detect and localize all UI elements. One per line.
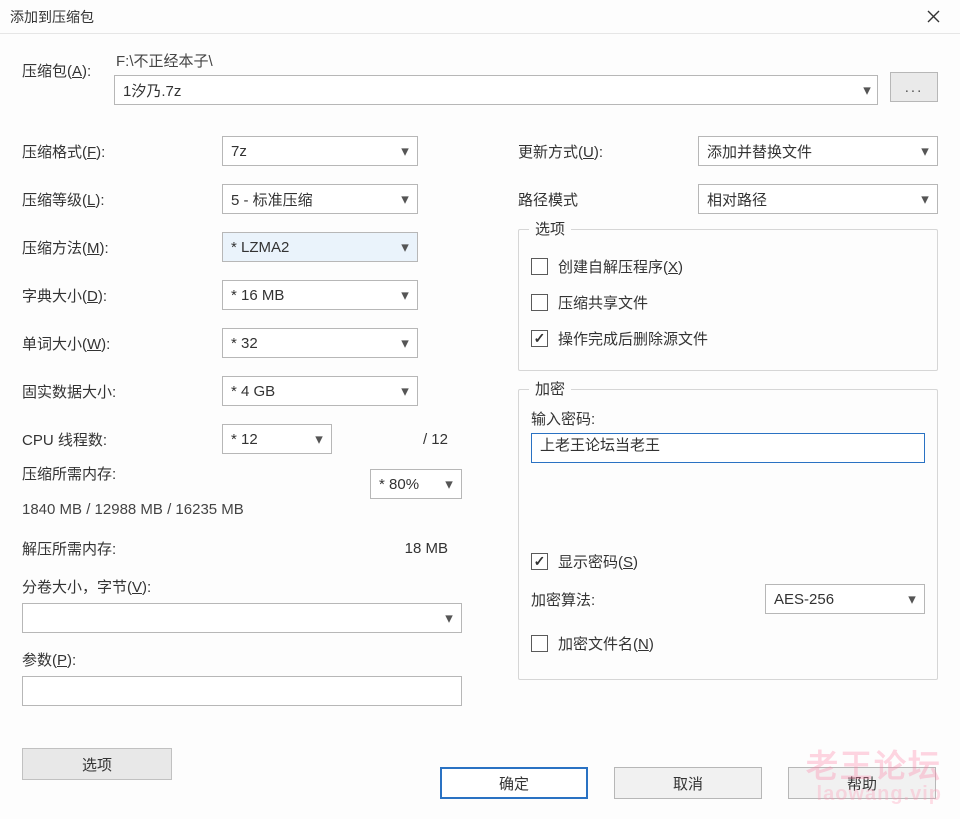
archive-filename-combo[interactable]: 1汐乃.7z ▾ (114, 75, 878, 105)
enc-method-row: 加密算法: AES-256 ▾ (531, 579, 925, 619)
browse-button[interactable]: ... (890, 72, 938, 102)
threads-combo[interactable]: * 12 ▾ (222, 424, 332, 454)
archive-filename-value: 1汐乃.7z (115, 80, 857, 101)
sfx-checkbox-row[interactable]: 创建自解压程序(X) (531, 248, 925, 284)
ok-button[interactable]: 确定 (440, 767, 588, 799)
chevron-down-icon: ▾ (913, 142, 937, 160)
chevron-down-icon: ▾ (307, 430, 331, 448)
chevron-down-icon: ▾ (393, 286, 417, 304)
dict-combo[interactable]: * 16 MB ▾ (222, 280, 418, 310)
show-password-row[interactable]: 显示密码(S) (531, 543, 925, 579)
params-label: 参数(P): (22, 649, 462, 670)
sfx-checkbox[interactable] (531, 258, 548, 275)
left-column: 压缩格式(F): 7z ▾ 压缩等级(L): 5 - 标准压缩 ▾ (22, 127, 462, 780)
path-mode-row: 路径模式 相对路径 ▾ (518, 175, 938, 223)
chevron-down-icon: ▾ (437, 609, 461, 627)
cancel-button[interactable]: 取消 (614, 767, 762, 799)
mem-comp-row: 压缩所需内存: * 80% ▾ (22, 463, 462, 503)
archive-label: 压缩包(A): (22, 50, 102, 81)
delete-checkbox-row[interactable]: 操作完成后删除源文件 (531, 320, 925, 356)
threads-total: / 12 (332, 431, 462, 448)
mem-decomp-value: 18 MB (116, 540, 462, 557)
split-label: 分卷大小，字节(V): (22, 576, 462, 597)
show-password-checkbox[interactable] (531, 553, 548, 570)
delete-checkbox[interactable] (531, 330, 548, 347)
mem-comp-detail: 1840 MB / 12988 MB / 16235 MB (22, 501, 462, 518)
chevron-down-icon: ▾ (393, 238, 417, 256)
chevron-down-icon: ▾ (393, 334, 417, 352)
update-mode-combo[interactable]: 添加并替换文件 ▾ (698, 136, 938, 166)
archive-row: 压缩包(A): F:\不正经本子\ 1汐乃.7z ▾ ... (22, 50, 938, 105)
options-group: 选项 创建自解压程序(X) 压缩共享文件 操作完成后删除源文件 (518, 229, 938, 371)
level-combo[interactable]: 5 - 标准压缩 ▾ (222, 184, 418, 214)
mem-percent-combo[interactable]: * 80% ▾ (370, 469, 462, 499)
chevron-down-icon: ▾ (913, 190, 937, 208)
titlebar: 添加到压缩包 (0, 0, 960, 34)
method-row: 压缩方法(M): * LZMA2 ▾ (22, 223, 462, 271)
threads-row: CPU 线程数: * 12 ▾ / 12 (22, 415, 462, 463)
params-input[interactable] (22, 676, 462, 706)
password-input[interactable]: 上老王论坛当老王 (531, 433, 925, 463)
method-combo[interactable]: * LZMA2 ▾ (222, 232, 418, 262)
right-column: 更新方式(U): 添加并替换文件 ▾ 路径模式 相对路径 ▾ (518, 127, 938, 780)
solid-combo[interactable]: * 4 GB ▾ (222, 376, 418, 406)
chevron-down-icon: ▾ (857, 81, 877, 99)
archive-path-dir: F:\不正经本子\ (114, 50, 878, 71)
word-row: 单词大小(W): * 32 ▾ (22, 319, 462, 367)
help-button[interactable]: 帮助 (788, 767, 936, 799)
encryption-group: 加密 输入密码: 上老王论坛当老王 显示密码(S) 加密算法: AES-256 … (518, 389, 938, 680)
footer-buttons: 确定 取消 帮助 (440, 767, 936, 799)
level-row: 压缩等级(L): 5 - 标准压缩 ▾ (22, 175, 462, 223)
path-mode-combo[interactable]: 相对路径 ▾ (698, 184, 938, 214)
password-label: 输入密码: (531, 408, 925, 429)
chevron-down-icon: ▾ (900, 590, 924, 608)
archive-center: F:\不正经本子\ 1汐乃.7z ▾ (114, 50, 878, 105)
share-checkbox-row[interactable]: 压缩共享文件 (531, 284, 925, 320)
close-button[interactable] (916, 3, 950, 31)
share-checkbox[interactable] (531, 294, 548, 311)
word-combo[interactable]: * 32 ▾ (222, 328, 418, 358)
encryption-legend: 加密 (529, 378, 571, 399)
chevron-down-icon: ▾ (393, 142, 417, 160)
format-row: 压缩格式(F): 7z ▾ (22, 127, 462, 175)
dict-row: 字典大小(D): * 16 MB ▾ (22, 271, 462, 319)
close-icon (927, 10, 940, 23)
split-combo[interactable]: ▾ (22, 603, 462, 633)
options-button[interactable]: 选项 (22, 748, 172, 780)
encrypt-names-checkbox[interactable] (531, 635, 548, 652)
enc-method-combo[interactable]: AES-256 ▾ (765, 584, 925, 614)
columns: 压缩格式(F): 7z ▾ 压缩等级(L): 5 - 标准压缩 ▾ (22, 127, 938, 780)
window-title: 添加到压缩包 (10, 7, 916, 27)
chevron-down-icon: ▾ (437, 475, 461, 493)
content-area: 压缩包(A): F:\不正经本子\ 1汐乃.7z ▾ ... 压缩格式(F): … (0, 34, 960, 780)
format-combo[interactable]: 7z ▾ (222, 136, 418, 166)
chevron-down-icon: ▾ (393, 382, 417, 400)
chevron-down-icon: ▾ (393, 190, 417, 208)
solid-row: 固实数据大小: * 4 GB ▾ (22, 367, 462, 415)
encrypt-names-row[interactable]: 加密文件名(N) (531, 625, 925, 661)
options-legend: 选项 (529, 218, 571, 239)
mem-decomp-row: 解压所需内存: 18 MB (22, 528, 462, 568)
update-mode-row: 更新方式(U): 添加并替换文件 ▾ (518, 127, 938, 175)
